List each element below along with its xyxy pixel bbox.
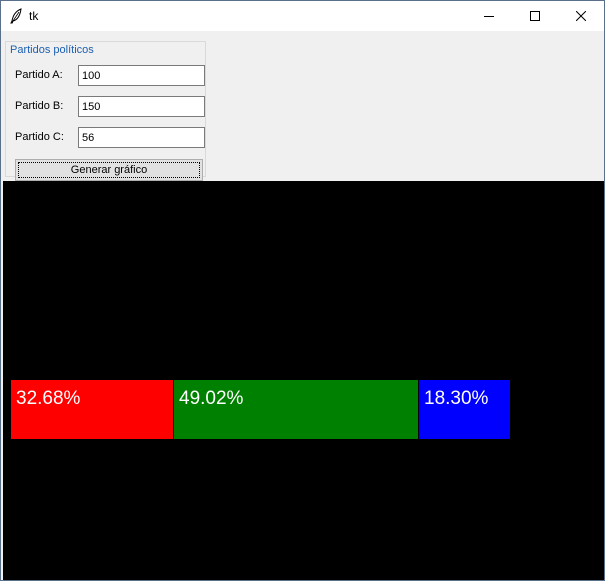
party-a-label: Partido A: [15,69,63,81]
close-button[interactable] [558,1,604,31]
generate-chart-button[interactable]: Generar gráfico [15,159,203,181]
bar-label-a: 32.68% [16,388,81,409]
party-a-input[interactable] [78,65,205,86]
feather-icon [10,8,22,24]
parties-group: Partidos políticos Partido A: Partido B:… [5,41,206,181]
client-area: Partidos políticos Partido A: Partido B:… [1,31,604,580]
bar-label-b: 49.02% [179,388,244,409]
party-c-label: Partido C: [15,131,64,143]
party-c-input[interactable] [78,127,205,148]
group-title: Partidos políticos [9,44,95,57]
title-bar[interactable]: tk [1,1,604,31]
bar-segment-c: 18.30% [419,380,511,439]
party-b-label: Partido B: [15,100,64,112]
window-title: tk [29,9,39,23]
close-icon [576,11,586,21]
maximize-icon [530,11,540,21]
maximize-button[interactable] [512,1,558,31]
bar-segment-a: 32.68% [11,380,174,439]
bar-label-c: 18.30% [424,388,489,409]
app-window: tk Partidos políticos Partido A: Partido… [0,0,605,581]
party-b-input[interactable] [78,96,205,117]
minimize-button[interactable] [466,1,512,31]
chart-canvas: 32.68% 49.02% 18.30% [3,181,604,580]
bar-segment-b: 49.02% [174,380,419,439]
minimize-icon [484,16,494,17]
generate-chart-label: Generar gráfico [18,162,200,178]
